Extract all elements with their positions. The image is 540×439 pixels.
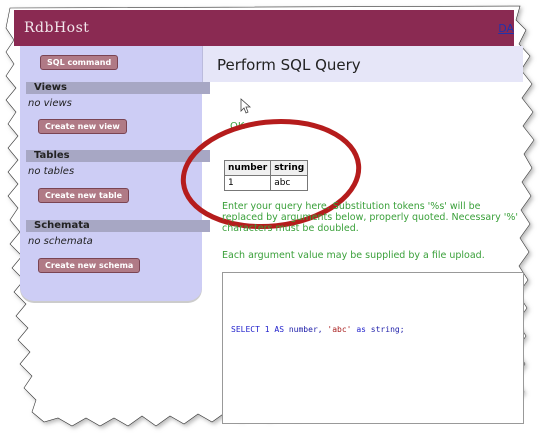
sql-string: 'abc' [327, 325, 352, 334]
sql-keyword: as [356, 325, 366, 334]
page-title: Perform SQL Query [217, 56, 361, 74]
query-instructions: Enter your query here. Substitution toke… [222, 201, 519, 234]
create-schema-button[interactable]: Create new schema [38, 258, 141, 273]
sql-identifier: number, [288, 325, 323, 334]
app-header: RdbHost DA [14, 10, 514, 46]
sidebar: SQL command Views no views Create new vi… [20, 46, 210, 301]
schemata-empty-text: no schemata [28, 236, 93, 247]
query-text: SELECT 1 AS number, 'abc' as string; [231, 325, 405, 334]
app-logo[interactable]: RdbHost [24, 20, 89, 36]
sql-command-button[interactable]: SQL command [40, 55, 119, 70]
views-empty-text: no views [28, 98, 72, 109]
title-bar: Perform SQL Query [202, 46, 523, 82]
sql-keyword: AS [274, 325, 285, 334]
sql-keyword: SELECT [231, 325, 260, 334]
sql-identifier: string; [370, 325, 405, 334]
tables-empty-text: no tables [28, 166, 75, 177]
create-view-button[interactable]: Create new view [38, 119, 127, 134]
main-content: Perform SQL Query OK number string 1 abc… [180, 46, 540, 426]
sql-number: 1 [264, 325, 270, 334]
query-textarea[interactable]: SELECT 1 AS number, 'abc' as string; [222, 272, 524, 424]
views-heading: Views [26, 82, 210, 94]
top-right-link[interactable]: DA [498, 22, 514, 35]
create-table-button[interactable]: Create new table [38, 188, 130, 203]
mouse-pointer-icon [240, 98, 252, 114]
upload-note: Each argument value may be supplied by a… [222, 250, 485, 261]
